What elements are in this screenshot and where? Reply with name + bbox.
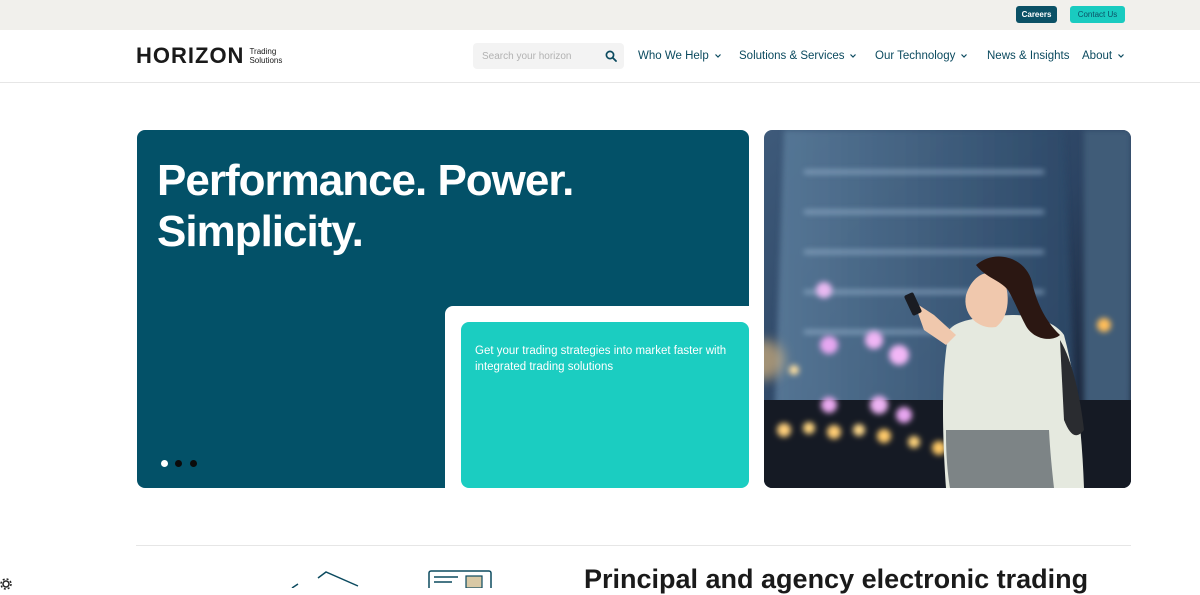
- carousel-dot-2[interactable]: [175, 460, 182, 467]
- nav-who-we-help-label: Who We Help: [638, 50, 709, 62]
- document-icon: [428, 570, 492, 588]
- nav-news-insights-label: News & Insights: [987, 50, 1070, 62]
- gear-icon[interactable]: [0, 578, 12, 590]
- careers-button[interactable]: Careers: [1016, 6, 1057, 23]
- nav-about-label: About: [1082, 50, 1113, 62]
- logo-sub-trading: Trading: [249, 47, 277, 56]
- hero-tagline: Get your trading strategies into market …: [475, 345, 727, 373]
- carousel-dot-1[interactable]: [161, 460, 168, 467]
- section-heading: Principal and agency electronic trading: [584, 564, 1089, 594]
- nav-solutions-services-label: Solutions & Services: [739, 50, 845, 62]
- horizon-logo[interactable]: HORIZON Trading Solutions: [136, 43, 293, 68]
- nav-our-technology-label: Our Technology: [875, 50, 956, 62]
- chevron-down-icon: [1118, 54, 1124, 58]
- logo-wordmark: HORIZON: [136, 43, 245, 68]
- search-input[interactable]: [482, 49, 597, 63]
- chevron-down-icon: [961, 54, 968, 58]
- card-stack-icon: [291, 571, 359, 588]
- nav-solutions-services[interactable]: Solutions & Services: [739, 49, 857, 63]
- logo-tagline: Trading Solutions: [249, 47, 293, 65]
- hero-title-line1: Performance. Power.: [157, 156, 574, 205]
- contact-us-button[interactable]: Contact Us: [1070, 6, 1125, 23]
- nav-who-we-help[interactable]: Who We Help: [638, 49, 722, 63]
- nav-about[interactable]: About: [1082, 49, 1125, 63]
- chevron-down-icon: [850, 54, 857, 58]
- carousel-dot-3[interactable]: [190, 460, 197, 467]
- search-box: [473, 43, 624, 69]
- section-divider: [136, 545, 1131, 546]
- chevron-down-icon: [714, 54, 721, 58]
- hero-title: Performance. Power. Simplicity.: [157, 155, 574, 257]
- hero-photo: [764, 130, 1131, 488]
- nav-our-technology[interactable]: Our Technology: [875, 49, 968, 63]
- search-icon[interactable]: [605, 50, 617, 62]
- nav-news-insights[interactable]: News & Insights: [987, 49, 1069, 63]
- logo-sub-solutions: Solutions: [249, 56, 283, 65]
- hero-title-line2: Simplicity.: [157, 207, 364, 256]
- woman-with-phone-city-night-photo: [764, 130, 1131, 488]
